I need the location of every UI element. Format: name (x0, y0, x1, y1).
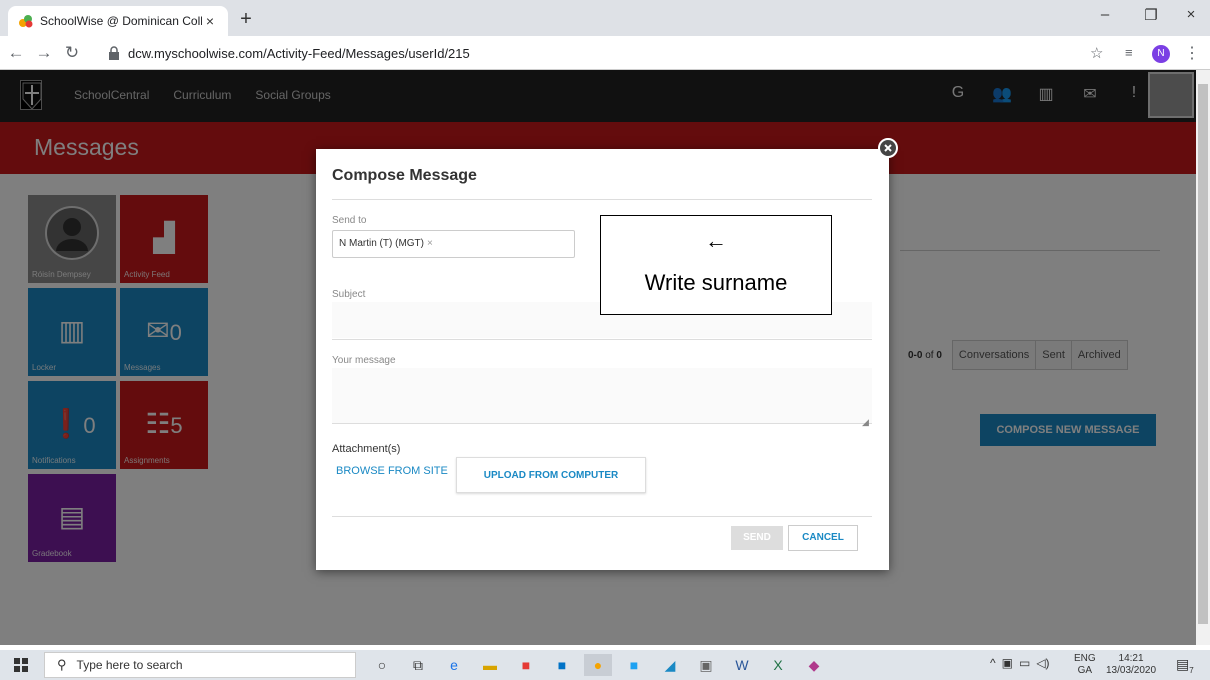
tab-close-icon[interactable]: × (202, 13, 218, 29)
address-bar-area: ← → ↻ dcw.myschoolwise.com/Activity-Feed… (0, 36, 1210, 70)
annotation-callout: ← Write surname (600, 215, 832, 315)
upload-from-computer-button[interactable]: UPLOAD FROM COMPUTER (456, 457, 646, 493)
attachments-label: Attachment(s) (332, 443, 401, 455)
search-icon: ⚲ (57, 657, 67, 672)
close-modal-icon[interactable] (878, 138, 898, 158)
subject-label: Subject (332, 289, 366, 300)
profile-avatar[interactable]: N (1152, 45, 1170, 63)
page-scrollbar[interactable] (1196, 70, 1210, 645)
edge-icon[interactable]: e (440, 654, 468, 676)
tray-chevron-icon[interactable]: ^ (990, 656, 996, 670)
message-label: Your message (332, 355, 396, 366)
system-tray: ^ ▣ ▭ ◁) (990, 656, 1050, 670)
subject-divider (332, 339, 872, 340)
app-blue-icon[interactable]: ◢ (656, 654, 684, 676)
browser-tab-bar: SchoolWise @ Dominican Colleg × + – ❐ × (0, 0, 1210, 36)
back-icon[interactable]: ← (6, 43, 26, 63)
taskbar-apps: ○ ⧉ e ▬ ■ ■ ● ■ ◢ ▣ W X ◆ (368, 654, 828, 676)
reload-icon[interactable]: ↻ (62, 43, 82, 63)
modal-header-divider (332, 199, 872, 200)
browser-menu-icon[interactable]: ⋮ (1184, 43, 1200, 63)
cortana-icon[interactable]: ○ (368, 654, 396, 676)
send-button[interactable]: SEND (731, 526, 783, 550)
task-view-icon[interactable]: ⧉ (404, 654, 432, 676)
app-grey-icon[interactable]: ▣ (692, 654, 720, 676)
recipient-tag[interactable]: N Martin (T) (MGT) × (337, 235, 435, 252)
remove-recipient-icon[interactable]: × (427, 238, 433, 249)
lock-icon (109, 46, 119, 60)
lang-bottom: GA (1077, 665, 1093, 676)
clock-time: 14:21 (1118, 653, 1144, 664)
volume-icon[interactable]: ◁) (1036, 656, 1049, 670)
bookmark-star-icon[interactable]: ☆ (1090, 44, 1103, 62)
paint-icon[interactable]: ◆ (800, 654, 828, 676)
twitter-icon[interactable]: ■ (620, 654, 648, 676)
windows-start-icon[interactable] (14, 658, 28, 672)
lang-top: ENG (1074, 653, 1096, 664)
notification-count: 7 (1189, 665, 1194, 675)
app-red-icon[interactable]: ■ (512, 654, 540, 676)
close-window-button[interactable]: × (1176, 6, 1206, 28)
schoolwise-favicon-icon (19, 15, 33, 28)
cancel-button[interactable]: CANCEL (788, 525, 858, 551)
network-icon[interactable]: ▭ (1019, 656, 1030, 670)
minimize-button[interactable]: – (1090, 6, 1120, 28)
windows-taskbar: ⚲ Type here to search ○ ⧉ e ▬ ■ ■ ● ■ ◢ … (0, 650, 1210, 680)
clock[interactable]: 14:21 13/03/2020 (1106, 653, 1156, 677)
tray-app-icon[interactable]: ▣ (1002, 656, 1013, 670)
browser-tab[interactable]: SchoolWise @ Dominican Colleg × (8, 6, 228, 36)
forward-icon[interactable]: → (34, 43, 54, 63)
file-explorer-icon[interactable]: ▬ (476, 654, 504, 676)
restore-button[interactable]: ❐ (1136, 6, 1166, 28)
resize-handle-icon[interactable]: ◢ (862, 417, 869, 428)
message-textarea[interactable] (332, 368, 872, 424)
modal-title: Compose Message (332, 167, 477, 184)
excel-icon[interactable]: X (764, 654, 792, 676)
browse-from-site-link[interactable]: BROWSE FROM SITE (336, 465, 448, 477)
search-placeholder: Type here to search (76, 658, 183, 672)
compose-message-modal: Compose Message Send to N Martin (T) (MG… (316, 149, 889, 570)
notification-center-icon[interactable]: ▤7 (1176, 656, 1194, 675)
annotation-text: Write surname (644, 270, 788, 295)
tab-title: SchoolWise @ Dominican Colleg (40, 14, 202, 28)
recipient-name: N Martin (T) (MGT) (339, 238, 424, 249)
reading-list-icon[interactable]: ≡ (1125, 45, 1133, 60)
taskbar-search[interactable]: ⚲ Type here to search (44, 652, 356, 678)
clock-date: 13/03/2020 (1106, 665, 1157, 676)
scrollbar-thumb[interactable] (1198, 84, 1208, 624)
url-bar[interactable]: dcw.myschoolwise.com/Activity-Feed/Messa… (108, 41, 1078, 65)
send-to-field[interactable]: N Martin (T) (MGT) × (332, 230, 575, 258)
url-text: dcw.myschoolwise.com/Activity-Feed/Messa… (128, 45, 470, 61)
outlook-icon[interactable]: ■ (548, 654, 576, 676)
word-icon[interactable]: W (728, 654, 756, 676)
chrome-icon[interactable]: ● (584, 654, 612, 676)
send-to-label: Send to (332, 215, 367, 226)
new-tab-button[interactable]: + (236, 8, 256, 31)
footer-divider (332, 516, 872, 517)
language-indicator[interactable]: ENG GA (1074, 653, 1096, 677)
left-arrow-icon: ← (705, 228, 727, 253)
